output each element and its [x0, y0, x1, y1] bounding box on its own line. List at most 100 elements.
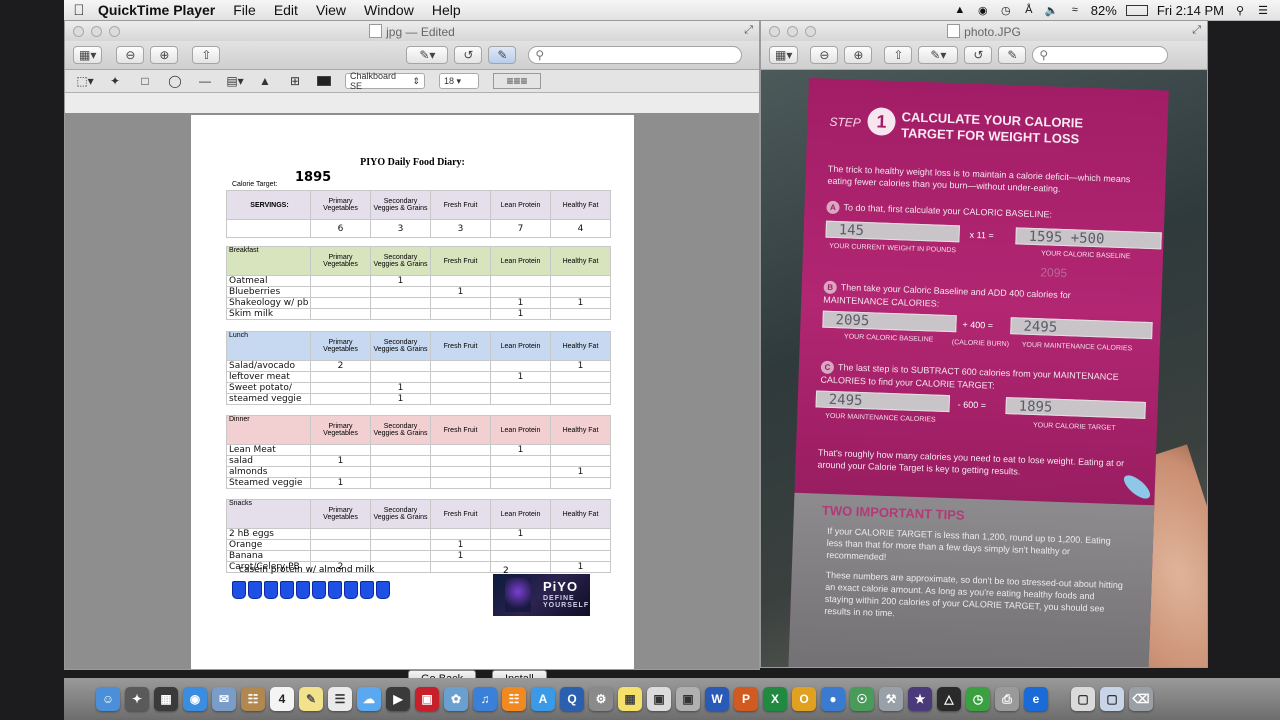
markup-pen-button[interactable]: ✎▾: [918, 46, 959, 64]
utilities-icon[interactable]: ⚒: [879, 687, 903, 711]
powerpoint-icon[interactable]: P: [734, 687, 758, 711]
time-machine-dock-icon[interactable]: ◷: [966, 687, 990, 711]
font-size-select[interactable]: 18 ▾: [439, 73, 479, 89]
time-machine-icon[interactable]: ◷: [999, 4, 1013, 17]
serving-count: 1: [550, 466, 611, 478]
clock[interactable]: Fri 2:14 PM: [1157, 3, 1224, 18]
imovie-icon[interactable]: ★: [908, 687, 932, 711]
align-left-icon[interactable]: ≡≡≡: [493, 73, 541, 89]
serving-count: [310, 539, 371, 551]
line-tool-icon[interactable]: —: [197, 74, 213, 88]
spotlight-icon[interactable]: ⚲: [1233, 4, 1247, 17]
zoom-out-button[interactable]: ⊖: [810, 46, 839, 64]
magic-wand-icon[interactable]: ✦: [107, 74, 123, 88]
battery-icon[interactable]: [1125, 4, 1148, 16]
zoom-in-button[interactable]: ⊕: [844, 46, 873, 64]
column-header: Primary Vegetables: [310, 331, 371, 361]
record-icon[interactable]: ◉: [976, 4, 990, 17]
rotate-button[interactable]: ↺: [964, 46, 993, 64]
table-row: Snacks Primary Vegetables Secondary Veggie…: [226, 499, 611, 529]
browser-icon[interactable]: e: [1024, 687, 1048, 711]
volume-icon[interactable]: 🔈: [1045, 4, 1059, 17]
contacts-icon[interactable]: ☷: [241, 687, 265, 711]
menu-edit[interactable]: Edit: [265, 2, 307, 18]
serving-count: [370, 455, 431, 467]
iphoto-icon[interactable]: ✿: [444, 687, 468, 711]
mission-control-icon[interactable]: ▦: [154, 687, 178, 711]
oval-tool-icon[interactable]: ◯: [167, 74, 183, 88]
fullscreen-icon[interactable]: ⤢: [744, 24, 753, 37]
notes-icon[interactable]: ✎: [299, 687, 323, 711]
finder-icon[interactable]: ☺: [96, 687, 120, 711]
menu-file[interactable]: File: [224, 2, 265, 18]
text-tool-icon[interactable]: ▤▾: [226, 74, 243, 88]
color-swatch-icon[interactable]: [317, 76, 331, 86]
menu-view[interactable]: View: [307, 2, 355, 18]
zoom-in-button[interactable]: ⊕: [150, 46, 179, 64]
sidebar-toggle-button[interactable]: ▦▾: [73, 46, 103, 64]
meal-name: Lunch: [226, 331, 311, 361]
ibooks-icon[interactable]: ☷: [502, 687, 526, 711]
table-row: Orange 1: [226, 539, 611, 551]
preview-icon[interactable]: ▣: [647, 687, 671, 711]
apple-menu-icon[interactable]: : [64, 2, 94, 19]
share-button[interactable]: ⇧: [884, 46, 913, 64]
markup-pen-button[interactable]: ✎▾: [406, 46, 449, 64]
calendar-icon[interactable]: 4: [270, 687, 294, 711]
food-item: Sweet potato/: [226, 382, 311, 394]
facetime-icon[interactable]: ▶: [386, 687, 410, 711]
sidebar-toggle-button[interactable]: ▦▾: [769, 46, 799, 64]
lync-icon[interactable]: ●: [821, 687, 845, 711]
excel-icon[interactable]: X: [763, 687, 787, 711]
bluetooth-icon[interactable]: Å: [1022, 4, 1036, 16]
share-button[interactable]: ⇧: [192, 46, 221, 64]
title-bar[interactable]: photo.JPG ⤢: [761, 21, 1207, 41]
google-drive-icon[interactable]: ▲: [953, 4, 967, 16]
serving-count: [430, 444, 491, 456]
reminders-icon[interactable]: ☰: [328, 687, 352, 711]
menu-window[interactable]: Window: [355, 2, 423, 18]
search-input[interactable]: ⚲: [528, 46, 743, 64]
safari-icon[interactable]: ◉: [183, 687, 207, 711]
wifi-icon[interactable]: ≈: [1068, 4, 1082, 16]
serving-count: 1: [550, 561, 611, 573]
network-icon[interactable]: ☉: [850, 687, 874, 711]
launchpad-icon[interactable]: ✦: [125, 687, 149, 711]
game-controller-icon[interactable]: △: [937, 687, 961, 711]
messages-icon[interactable]: ☁: [357, 687, 381, 711]
mail-icon[interactable]: ✉: [212, 687, 236, 711]
font-family-select[interactable]: Chalkboard SE ⇕: [345, 71, 425, 91]
rectangle-tool-icon[interactable]: □: [137, 74, 153, 88]
food-item: Shakeology w/ pb: [226, 297, 311, 309]
photo-booth-icon[interactable]: ▣: [415, 687, 439, 711]
title-bar[interactable]: jpg — Edited ⤢: [65, 21, 759, 41]
zoom-out-button[interactable]: ⊖: [116, 46, 145, 64]
markup-toolbar-button[interactable]: ✎: [998, 46, 1027, 64]
app-menu[interactable]: QuickTime Player: [94, 2, 224, 18]
printer-icon[interactable]: ⎙: [995, 687, 1019, 711]
column-header: Fresh Fruit: [430, 415, 491, 445]
itunes-icon[interactable]: ♫: [473, 687, 497, 711]
trash-icon[interactable]: ⌫: [1129, 687, 1153, 711]
app-store-icon[interactable]: A: [531, 687, 555, 711]
column-header: Healthy Fat: [550, 499, 611, 529]
stickies-icon[interactable]: ▦: [618, 687, 642, 711]
crop-tool-icon[interactable]: ⊞: [287, 74, 303, 88]
word-icon[interactable]: W: [705, 687, 729, 711]
outlook-icon[interactable]: O: [792, 687, 816, 711]
menu-help[interactable]: Help: [423, 2, 470, 18]
rotate-button[interactable]: ↺: [454, 46, 483, 64]
markup-toolbar-button[interactable]: ✎: [488, 46, 517, 64]
system-preferences-icon[interactable]: ⚙: [589, 687, 613, 711]
fill-tool-icon[interactable]: ▲: [257, 74, 273, 88]
serving-value: 3: [370, 219, 431, 238]
quicktime-icon[interactable]: Q: [560, 687, 584, 711]
search-input[interactable]: ⚲: [1032, 46, 1169, 64]
image-capture-icon[interactable]: ▣: [676, 687, 700, 711]
downloads-icon[interactable]: ▢: [1071, 687, 1095, 711]
folder-icon[interactable]: ▢: [1100, 687, 1124, 711]
meal-table-breakfast: Breakfast Primary Vegetables Secondary Veg…: [226, 246, 611, 320]
notification-center-icon[interactable]: ☰: [1256, 4, 1270, 17]
fullscreen-icon[interactable]: ⤢: [1192, 24, 1201, 37]
selection-tool-icon[interactable]: ⬚▾: [76, 74, 93, 88]
